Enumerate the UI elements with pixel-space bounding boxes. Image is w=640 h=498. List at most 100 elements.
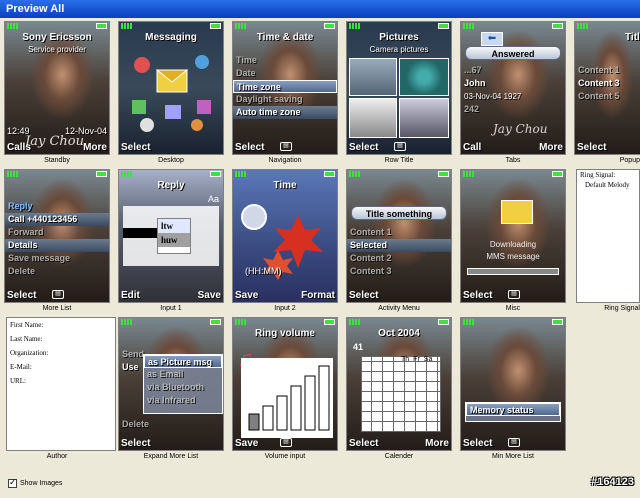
cell-activitymenu[interactable]: Title something Content 1 Selected Conte… bbox=[342, 167, 456, 313]
popup-menu[interactable]: Content 1 Content 3 Content 5 bbox=[575, 64, 640, 103]
screen-minimore[interactable]: Memory status Select ▤ bbox=[460, 317, 566, 451]
softkey-left[interactable]: Select bbox=[121, 142, 150, 153]
candidate-item[interactable]: huw bbox=[158, 233, 190, 247]
screen-standby[interactable]: Sony Ericsson Service provider 12:49 12-… bbox=[4, 21, 110, 155]
screen-calendar[interactable]: Oct 2004 41 Th Fr Sa Select More bbox=[346, 317, 452, 451]
menu-item-selected[interactable]: Memory status bbox=[466, 403, 560, 416]
cell-popup[interactable]: Title Content 1 Content 3 Content 5 Sele… bbox=[570, 19, 640, 165]
candidate-list[interactable]: ltw huw bbox=[157, 218, 191, 254]
thumbnail[interactable] bbox=[349, 98, 397, 138]
softkey-left[interactable]: Call bbox=[463, 142, 481, 153]
softkey-left[interactable]: Save bbox=[235, 438, 258, 449]
softkey-left[interactable]: Select bbox=[463, 290, 492, 301]
cell-author[interactable]: First Name: Last Name: Organization: E-M… bbox=[0, 315, 116, 461]
submenu-item[interactable]: via Infrared bbox=[144, 394, 222, 407]
screen-input1[interactable]: Reply Aa ltw huw Edit Save bbox=[118, 169, 224, 303]
tab-active[interactable]: Answered bbox=[465, 46, 561, 60]
cell-navigation[interactable]: Time & date Time Date Time zone Daylight… bbox=[228, 19, 342, 165]
tab-arrow-icon[interactable]: ⬅ bbox=[481, 32, 503, 46]
softkey-left[interactable]: Select bbox=[463, 438, 492, 449]
more-menu[interactable]: Reply Call +440123456 Forward Details Sa… bbox=[5, 200, 109, 278]
cell-misc[interactable]: Downloading MMS message Select ▤ Misc bbox=[456, 167, 570, 313]
show-images-toggle[interactable]: Show Images bbox=[8, 477, 62, 489]
screen-desktop[interactable]: Messaging Select bbox=[118, 21, 224, 155]
center-key-icon[interactable]: ▤ bbox=[280, 438, 292, 447]
cell-input2[interactable]: Time (HH:MM) Save Format Input 2 bbox=[228, 167, 342, 313]
menu-item[interactable]: Content 1 bbox=[347, 226, 451, 239]
volume-bars[interactable] bbox=[241, 358, 333, 438]
show-images-label[interactable]: Show Images bbox=[20, 480, 62, 487]
softkey-left[interactable]: Select bbox=[7, 290, 36, 301]
cell-standby[interactable]: Sony Ericsson Service provider 12:49 12-… bbox=[0, 19, 114, 165]
screen-rowtitle[interactable]: Pictures Camera pictures Select ▤ bbox=[346, 21, 452, 155]
softkey-left[interactable]: Select bbox=[349, 142, 378, 153]
menu-item-selected[interactable]: Call +440123456 bbox=[5, 213, 109, 226]
menu-item[interactable]: Daylight saving bbox=[233, 93, 337, 106]
menu-item-selected[interactable]: Selected bbox=[347, 239, 451, 252]
center-key-icon[interactable]: ▤ bbox=[52, 290, 64, 299]
center-key-icon[interactable]: ▤ bbox=[280, 142, 292, 151]
screen-navigation[interactable]: Time & date Time Date Time zone Daylight… bbox=[232, 21, 338, 155]
cell-expandmore[interactable]: Send Use as Picture msg as Email via Blu… bbox=[114, 315, 228, 461]
menu-item[interactable]: Content 2 bbox=[347, 252, 451, 265]
cell-desktop[interactable]: Messaging Select Desktop bbox=[114, 19, 228, 165]
cell-volume[interactable]: Ring volume ♫ Save ▤ Volume input bbox=[228, 315, 342, 461]
menu-item[interactable]: Auto time zone bbox=[233, 106, 337, 119]
center-key-icon[interactable]: ▤ bbox=[508, 438, 520, 447]
screen-input2[interactable]: Time (HH:MM) Save Format bbox=[232, 169, 338, 303]
cell-minimore[interactable]: Memory status Select ▤ Min More List bbox=[456, 315, 570, 461]
screen-misc[interactable]: Downloading MMS message Select ▤ bbox=[460, 169, 566, 303]
center-key-icon[interactable]: ▤ bbox=[508, 290, 520, 299]
menu-item[interactable]: Reply bbox=[5, 200, 109, 213]
menu-item-selected[interactable]: Time zone bbox=[233, 80, 337, 93]
cell-input1[interactable]: Reply Aa ltw huw Edit Save Input 1 bbox=[114, 167, 228, 313]
cell-rowtitle[interactable]: Pictures Camera pictures Select ▤ Row Ti… bbox=[342, 19, 456, 165]
softkey-left[interactable]: Edit bbox=[121, 290, 140, 301]
softkey-right[interactable]: Format bbox=[301, 290, 335, 301]
menu-item[interactable]: Details bbox=[5, 239, 109, 252]
activity-menu[interactable]: Content 1 Selected Content 2 Content 3 bbox=[347, 226, 451, 278]
candidate-item[interactable]: ltw bbox=[158, 219, 190, 233]
softkey-left[interactable]: Select bbox=[349, 438, 378, 449]
submenu-item[interactable]: as Email bbox=[144, 368, 222, 381]
softkey-right[interactable]: More bbox=[539, 142, 563, 153]
menu-item[interactable]: Save message bbox=[5, 252, 109, 265]
screen-volume[interactable]: Ring volume ♫ Save ▤ bbox=[232, 317, 338, 451]
submenu[interactable]: as Picture msg as Email via Bluetooth vi… bbox=[143, 354, 223, 414]
screen-tabs[interactable]: ⬅ Answered ...67 John 03-Nov-04 1927 242… bbox=[460, 21, 566, 155]
thumbnail[interactable] bbox=[399, 98, 449, 138]
softkey-left[interactable]: Select bbox=[577, 142, 606, 153]
menu-item[interactable]: Content 5 bbox=[575, 90, 640, 103]
softkey-right[interactable]: More bbox=[425, 438, 449, 449]
screen-morelist[interactable]: Reply Call +440123456 Forward Details Sa… bbox=[4, 169, 110, 303]
softkey-right[interactable]: More bbox=[83, 142, 107, 153]
thumbnail[interactable] bbox=[349, 58, 397, 96]
cell-tabs[interactable]: ⬅ Answered ...67 John 03-Nov-04 1927 242… bbox=[456, 19, 570, 165]
submenu-item-selected[interactable]: as Picture msg bbox=[144, 355, 222, 368]
thumbnail[interactable] bbox=[399, 58, 449, 96]
screen-popup[interactable]: Title Content 1 Content 3 Content 5 Sele… bbox=[574, 21, 640, 155]
screen-expandmore[interactable]: Send Use as Picture msg as Email via Blu… bbox=[118, 317, 224, 451]
menu-item[interactable]: Content 3 bbox=[347, 265, 451, 278]
cell-morelist[interactable]: Reply Call +440123456 Forward Details Sa… bbox=[0, 167, 114, 313]
mini-menu[interactable]: Memory status bbox=[465, 402, 561, 422]
softkey-left[interactable]: Select bbox=[349, 290, 378, 301]
softkey-left[interactable]: Save bbox=[235, 290, 258, 301]
nav-menu[interactable]: Time Date Time zone Daylight saving Auto… bbox=[233, 54, 337, 119]
screen-activitymenu[interactable]: Title something Content 1 Selected Conte… bbox=[346, 169, 452, 303]
center-key-icon[interactable]: ▤ bbox=[394, 142, 406, 151]
show-images-checkbox[interactable] bbox=[8, 477, 17, 488]
menu-item[interactable]: Content 1 bbox=[575, 64, 640, 77]
softkey-left[interactable]: Select bbox=[121, 438, 150, 449]
softkey-left[interactable]: Calls bbox=[7, 142, 31, 153]
menu-item[interactable]: Delete bbox=[5, 265, 109, 278]
submenu-item[interactable]: via Bluetooth bbox=[144, 381, 222, 394]
softkey-left[interactable]: Select bbox=[235, 142, 264, 153]
menu-item[interactable]: Time bbox=[233, 54, 337, 67]
menu-item[interactable]: Forward bbox=[5, 226, 109, 239]
softkey-right[interactable]: Save bbox=[198, 290, 221, 301]
menu-item[interactable]: Date bbox=[233, 67, 337, 80]
menu-item[interactable]: Content 3 bbox=[575, 77, 640, 90]
menu-item[interactable]: Delete bbox=[119, 418, 149, 431]
cell-ringsignal[interactable]: Ring Signal: Default Melody Ring Signal bbox=[570, 167, 640, 313]
